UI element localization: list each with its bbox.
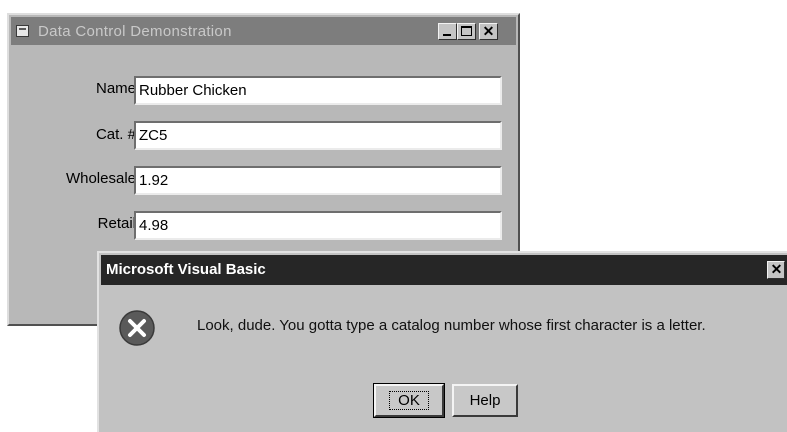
error-x-icon bbox=[119, 310, 155, 346]
name-label: Name bbox=[95, 80, 136, 97]
catalog-number-label: Cat. # bbox=[95, 126, 136, 143]
name-field[interactable] bbox=[134, 76, 502, 105]
ok-button[interactable]: OK bbox=[373, 383, 445, 418]
form-close-button[interactable]: ✕ bbox=[479, 23, 498, 40]
maximize-button[interactable] bbox=[457, 23, 476, 40]
form-app-icon[interactable] bbox=[16, 25, 29, 37]
minimize-icon bbox=[443, 34, 451, 36]
message-box-dialog: Microsoft Visual Basic ✕ Look, dude. You… bbox=[97, 251, 787, 432]
close-icon: ✕ bbox=[770, 261, 783, 277]
wholesale-label: Wholesale bbox=[65, 170, 136, 187]
retail-label: Retail bbox=[97, 215, 136, 232]
wholesale-field[interactable] bbox=[134, 166, 502, 195]
retail-field[interactable] bbox=[134, 211, 502, 240]
form-titlebar[interactable]: Data Control Demonstration ✕ bbox=[11, 17, 516, 45]
ok-button-label: OK bbox=[389, 391, 429, 410]
help-button[interactable]: Help bbox=[452, 384, 518, 417]
message-box-titlebar[interactable]: Microsoft Visual Basic ✕ bbox=[101, 255, 787, 285]
catalog-number-field[interactable] bbox=[134, 121, 502, 150]
form-window-title: Data Control Demonstration bbox=[38, 23, 232, 40]
message-box-title: Microsoft Visual Basic bbox=[106, 261, 266, 278]
message-text: Look, dude. You gotta type a catalog num… bbox=[197, 317, 706, 334]
close-icon: ✕ bbox=[482, 23, 495, 39]
minimize-button[interactable] bbox=[438, 23, 457, 40]
message-box-close-button[interactable]: ✕ bbox=[767, 261, 785, 279]
maximize-icon bbox=[461, 26, 472, 36]
